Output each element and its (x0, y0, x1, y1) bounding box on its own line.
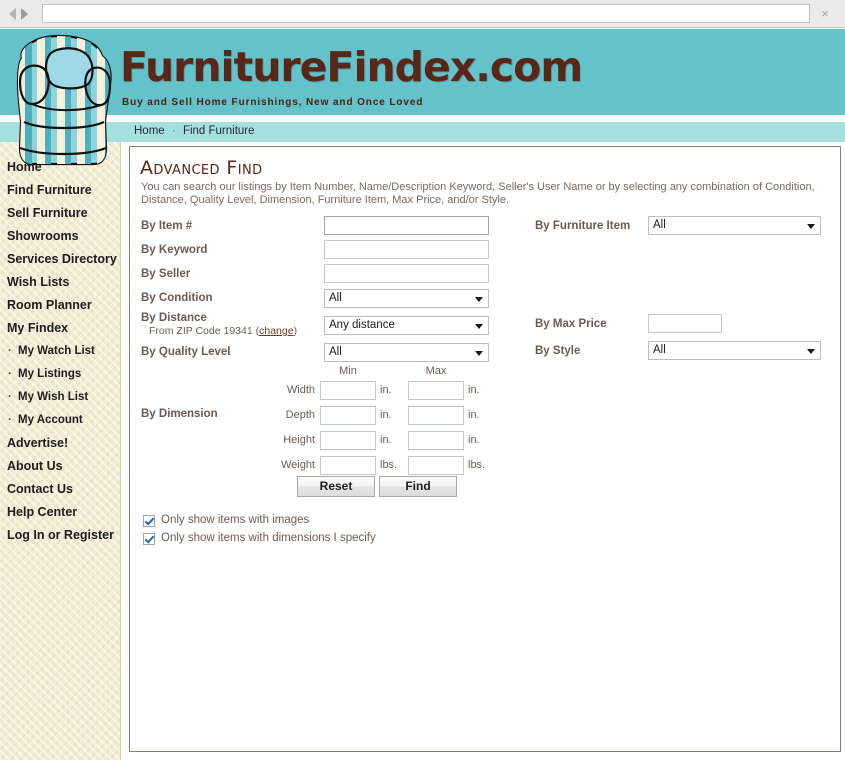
label-by-style: By Style (535, 345, 581, 357)
site-wordmark: FurnitureFindex.com (120, 43, 583, 91)
sidebar-item-my-findex[interactable]: My Findex (0, 317, 121, 340)
reset-button[interactable]: Reset (297, 476, 375, 497)
dimension-col-max: Max (425, 365, 447, 377)
checkbox-label-0: Only show items with images (161, 514, 310, 526)
dimension-weight-max-unit: lbs. (468, 459, 486, 471)
zip-value: 19341 (223, 325, 253, 337)
dimension-weight-min-input[interactable] (320, 456, 376, 475)
chevron-down-icon (475, 350, 483, 356)
dimension-width-min-unit: in. (380, 384, 392, 396)
sidebar-item-room-planner[interactable]: Room Planner (0, 294, 121, 317)
dimension-height-min-input[interactable] (320, 431, 376, 450)
dimension-depth-min-input[interactable] (320, 406, 376, 425)
sidebar-item-help-center[interactable]: Help Center (0, 501, 121, 524)
dimension-height-max-input[interactable] (408, 431, 464, 450)
breadcrumb-separator: · (171, 125, 176, 137)
url-input[interactable] (42, 4, 810, 23)
quality-level-select[interactable]: All (324, 343, 489, 362)
dimension-weight-min-unit: lbs. (380, 459, 398, 471)
breadcrumb-item-find-furniture[interactable]: Find Furniture (183, 125, 255, 137)
sidebar-item-my-listings[interactable]: My Listings (0, 363, 121, 386)
sidebar-item-my-account[interactable]: My Account (0, 409, 121, 432)
back-arrow-icon[interactable] (9, 8, 16, 20)
chevron-down-icon (807, 348, 815, 354)
chevron-down-icon (807, 223, 815, 229)
sidebar-item-log-in-or-register[interactable]: Log In or Register (0, 524, 121, 547)
checkbox-1-checked[interactable] (143, 533, 155, 545)
header-gap-band (0, 115, 845, 122)
browser-nav-arrows (9, 7, 45, 21)
dimension-depth-max-input[interactable] (408, 406, 464, 425)
sidebar-item-wish-lists[interactable]: Wish Lists (0, 271, 121, 294)
sidebar-item-advertise[interactable]: Advertise! (0, 432, 121, 455)
dimension-depth-max-unit: in. (468, 409, 480, 421)
site-tagline: Buy and Sell Home Furnishings, New and O… (122, 97, 424, 108)
content-panel: Advanced Find You can search our listing… (129, 146, 841, 752)
dimension-weight-max-input[interactable] (408, 456, 464, 475)
dimension-depth-min-unit: in. (380, 409, 392, 421)
item-number-input[interactable] (324, 216, 489, 235)
max-price-input[interactable] (648, 314, 722, 333)
sidebar-item-showrooms[interactable]: Showrooms (0, 225, 121, 248)
advanced-find-form: By Item # By Keyword By Seller By Condit… (130, 147, 842, 753)
zip-prefix: From ZIP Code (149, 325, 221, 337)
label-by-dimension: By Dimension (141, 408, 218, 420)
quality-level-select-value: All (329, 346, 342, 358)
sidebar-item-sell-furniture[interactable]: Sell Furniture (0, 202, 121, 225)
sidebar-item-services-directory[interactable]: Services Directory (0, 248, 121, 271)
label-by-quality-level: By Quality Level (141, 346, 231, 358)
sidebar-item-contact-us[interactable]: Contact Us (0, 478, 121, 501)
sidebar-nav-list: Home Find Furniture Sell Furniture Showroom… (0, 156, 121, 547)
chevron-down-icon (475, 296, 483, 302)
sidebar-item-my-watch-list[interactable]: My Watch List (0, 340, 121, 363)
forward-arrow-icon[interactable] (21, 8, 28, 20)
dimension-row-label-width: Width (286, 384, 315, 396)
label-by-item-number: By Item # (141, 220, 193, 232)
condition-select[interactable]: All (324, 289, 489, 308)
label-by-condition: By Condition (141, 292, 213, 304)
label-by-keyword: By Keyword (141, 244, 208, 256)
close-icon[interactable]: × (818, 7, 832, 21)
checkbox-0-checked[interactable] (143, 515, 155, 527)
furniture-item-select[interactable]: All (648, 216, 821, 235)
dimension-width-max-unit: in. (468, 384, 480, 396)
dimension-row-label-weight: Weight (280, 459, 315, 471)
condition-select-value: All (329, 292, 342, 304)
change-zip-link[interactable]: change (259, 325, 293, 337)
browser-toolbar: × (0, 0, 845, 28)
dimension-width-min-input[interactable] (320, 381, 376, 400)
sidebar-item-my-wish-list[interactable]: My Wish List (0, 386, 121, 409)
label-by-seller: By Seller (141, 268, 191, 280)
label-by-furniture-item: By Furniture Item (535, 220, 631, 232)
breadcrumb-bar: Home · Find Furniture (0, 122, 845, 142)
armchair-logo-icon (16, 34, 112, 166)
breadcrumb-item-home[interactable]: Home (134, 125, 165, 137)
label-by-distance: By Distance (141, 312, 207, 324)
dimension-height-min-unit: in. (380, 434, 392, 446)
checkbox-label-1: Only show items with dimensions I specif… (161, 532, 376, 544)
dimension-height-max-unit: in. (468, 434, 480, 446)
dimension-row-label-depth: Depth (285, 409, 315, 421)
keyword-input[interactable] (324, 240, 489, 259)
chevron-down-icon (475, 323, 483, 329)
dimension-row-label-height: Height (283, 434, 315, 446)
style-select[interactable]: All (648, 341, 821, 360)
style-select-value: All (653, 344, 666, 356)
sidebar: Home Find Furniture Sell Furniture Showroom… (0, 142, 121, 760)
seller-input[interactable] (324, 264, 489, 283)
sidebar-item-about-us[interactable]: About Us (0, 455, 121, 478)
label-by-max-price: By Max Price (535, 318, 607, 330)
site-header: FurnitureFindex.com Buy and Sell Home Fu… (0, 29, 845, 115)
zip-code-note: From ZIP Code 19341 (change) (149, 325, 298, 337)
find-button[interactable]: Find (379, 476, 457, 497)
furniture-item-select-value: All (653, 219, 666, 231)
distance-select-value: Any distance (329, 319, 395, 331)
breadcrumb: Home · Find Furniture (134, 125, 255, 137)
distance-select[interactable]: Any distance (324, 316, 489, 335)
sidebar-item-find-furniture[interactable]: Find Furniture (0, 179, 121, 202)
dimension-col-min: Min (339, 365, 357, 377)
dimension-width-max-input[interactable] (408, 381, 464, 400)
